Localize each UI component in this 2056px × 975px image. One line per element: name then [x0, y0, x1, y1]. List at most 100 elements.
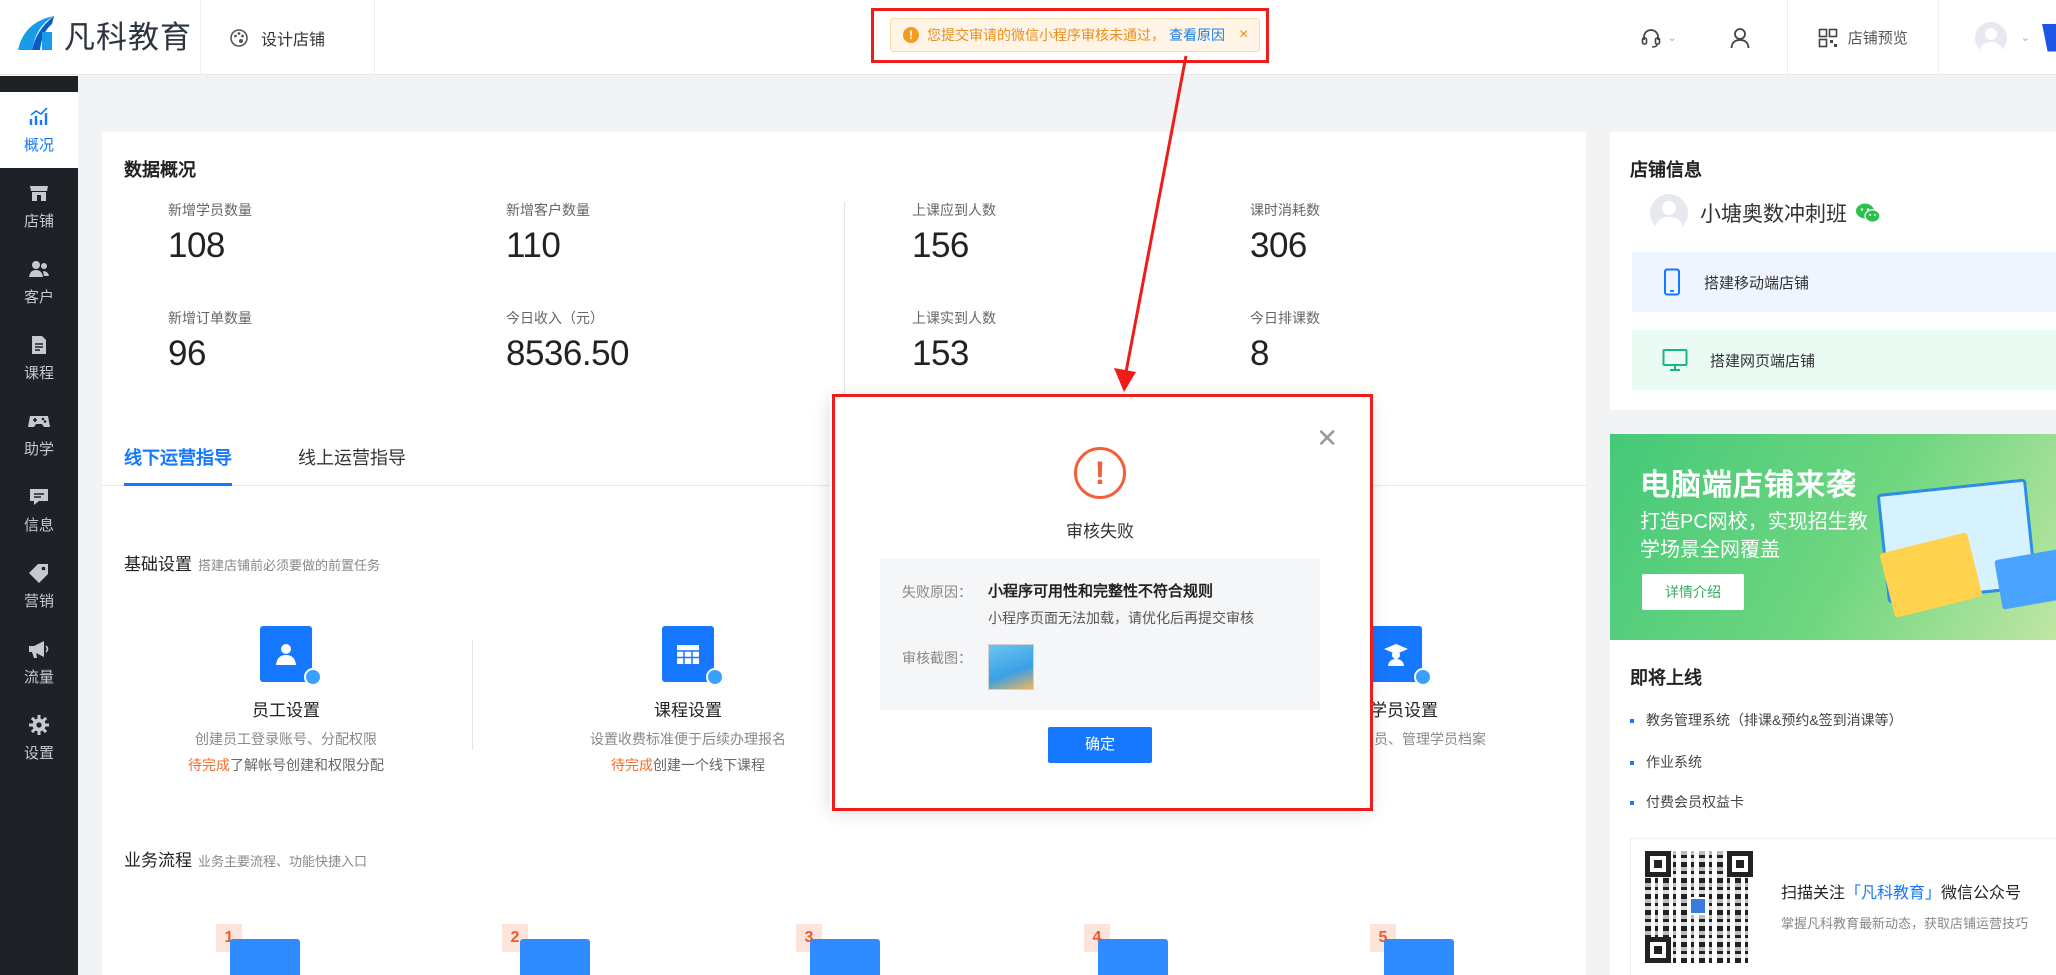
sidebar-item-study-aid[interactable]: 助学 — [0, 396, 78, 472]
coming-soon-item: 作业系统 — [1630, 752, 1702, 772]
card-status: 待完成了解帐号创建和权限分配 — [126, 755, 446, 775]
sidebar-item-label: 助学 — [23, 440, 54, 458]
user-icon — [1730, 27, 1750, 48]
sidebar-item-overview[interactable]: 概况 — [0, 92, 78, 168]
sidebar-item-label: 课程 — [23, 364, 54, 382]
overview-title: 数据概况 — [124, 160, 196, 180]
card-status-text: 创建一个线下课程 — [653, 757, 765, 773]
sidebar-item-courses[interactable]: 课程 — [0, 320, 78, 396]
sidebar-item-shop[interactable]: 店铺 — [0, 168, 78, 244]
gear-badge-icon — [1414, 668, 1432, 686]
build-web-shop-button[interactable]: 搭建网页端店铺 — [1632, 330, 2056, 390]
course-card-icon — [662, 626, 724, 686]
setup-card-course[interactable]: 课程设置 设置收费标准便于后续办理报名 待完成创建一个线下课程 — [528, 626, 848, 775]
business-flow-heading: 业务流程 业务主要流程、功能快捷入口 — [124, 846, 367, 871]
official-account-name: 「凡科教育」 — [1845, 885, 1942, 902]
stats-divider — [844, 202, 845, 402]
setup-card-staff[interactable]: 员工设置 创建员工登录账号、分配权限 待完成了解帐号创建和权限分配 — [126, 626, 446, 775]
highlight-box-notice — [871, 8, 1269, 63]
coming-soon-title: 即将上线 — [1630, 668, 1702, 688]
stat-label: 今日收入（元） — [506, 310, 604, 326]
grid-icon — [1818, 28, 1838, 47]
brand-logo-icon — [14, 12, 58, 56]
shop-avatar — [1650, 194, 1688, 232]
banner-detail-button[interactable]: 详情介绍 — [1642, 574, 1744, 610]
coming-soon-item: 付费会员权益卡 — [1630, 792, 1744, 812]
flow-step-5-icon[interactable] — [1384, 939, 1454, 975]
account-button[interactable] — [1693, 0, 1787, 75]
shop-name: 小塘奥数冲刺班 — [1700, 203, 1847, 226]
sidebar-item-messages[interactable]: 信息 — [0, 472, 78, 548]
shop-icon — [30, 185, 48, 201]
user-avatar-menu[interactable]: ⌄ — [1939, 0, 2042, 75]
basic-setup-heading: 基础设置 搭建店铺前必须要做的前置任务 — [124, 550, 380, 575]
stat-label: 今日排课数 — [1250, 310, 1320, 326]
card-title: 课程设置 — [654, 701, 722, 720]
stat-value: 8536.50 — [506, 334, 630, 373]
sidebar-item-label: 信息 — [23, 516, 54, 534]
stat-value: 156 — [912, 226, 969, 265]
sidebar-item-label: 客户 — [23, 288, 54, 306]
flow-step-4-icon[interactable] — [1098, 939, 1168, 975]
tab-online-guide[interactable]: 线上运营指导 — [298, 444, 406, 486]
sidebar-item-label: 流量 — [23, 668, 54, 686]
card-divider — [472, 640, 473, 750]
customer-service-button[interactable]: ⌄ — [1624, 0, 1693, 75]
sidebar-item-settings[interactable]: 设置 — [0, 700, 78, 776]
shop-info-title: 店铺信息 — [1630, 160, 1702, 180]
banner-subtitle: 打造PC网校，实现招生教学场景全网覆盖 — [1640, 511, 1868, 561]
coming-soon-panel: 即将上线 教务管理系统（排课&预约&签到消课等） 作业系统 付费会员权益卡 扫描… — [1610, 640, 2056, 975]
stat-expected-attendance: 上课应到人数 156 — [912, 200, 996, 266]
stat-label: 上课实到人数 — [912, 310, 996, 326]
setup-card-student[interactable]: 学员设置 学员、管理学员档案 — [1346, 626, 1586, 749]
business-flow-hint: 业务主要流程、功能快捷入口 — [198, 854, 368, 869]
banner-title: 电脑端店铺来袭 — [1640, 469, 1857, 502]
flow-step-3-icon[interactable] — [810, 939, 880, 975]
avatar — [1974, 21, 2007, 54]
palette-icon — [230, 28, 248, 47]
build-mobile-label: 搭建移动端店铺 — [1704, 274, 1810, 292]
shop-info-panel: 店铺信息 小塘奥数冲刺班 搭建移动端店铺 搭建网页端店铺 — [1610, 132, 2056, 410]
sidebar: 概况 店铺 客户 课程 助学 信息 营销 流量 设置 — [0, 76, 78, 975]
shop-preview-button[interactable]: 店铺预览 — [1786, 0, 1939, 75]
chevron-down-icon: ⌄ — [2020, 32, 2030, 44]
sidebar-item-customers[interactable]: 客户 — [0, 244, 78, 320]
flow-step-2-icon[interactable] — [520, 939, 590, 975]
stat-value: 110 — [506, 226, 561, 265]
sidebar-item-marketing[interactable]: 营销 — [0, 548, 78, 624]
tab-offline-guide[interactable]: 线下运营指导 — [124, 444, 232, 486]
sidebar-item-label: 店铺 — [23, 212, 54, 230]
stat-label: 课时消耗数 — [1250, 202, 1320, 218]
stat-value: 153 — [912, 334, 969, 373]
shop-preview-label: 店铺预览 — [1847, 30, 1908, 47]
stat-today-schedule: 今日排课数 8 — [1250, 308, 1320, 374]
stat-value: 96 — [168, 334, 206, 373]
monitor-icon — [1662, 349, 1688, 371]
coming-soon-item: 教务管理系统（排课&预约&签到消课等） — [1630, 710, 1903, 730]
basic-setup-title: 基础设置 — [124, 555, 192, 574]
sidebar-item-traffic[interactable]: 流量 — [0, 624, 78, 700]
build-web-label: 搭建网页端店铺 — [1710, 352, 1816, 370]
chart-icon — [29, 106, 48, 125]
megaphone-icon — [29, 640, 49, 658]
shop-identity: 小塘奥数冲刺班 — [1650, 194, 1881, 232]
qr-subcaption: 掌握凡科教育最新动态，获取店铺运营技巧 — [1781, 916, 2029, 931]
brand-logo[interactable]: 凡科教育 — [14, 12, 192, 56]
flow-step-1-icon[interactable] — [230, 939, 300, 975]
headset-icon — [1641, 28, 1660, 48]
design-shop-button[interactable]: 设计店铺 — [200, 0, 375, 75]
build-mobile-shop-button[interactable]: 搭建移动端店铺 — [1632, 252, 2056, 312]
message-icon — [30, 488, 48, 505]
stat-value: 108 — [168, 226, 225, 265]
stat-new-customers: 新增客户数量 110 — [506, 200, 590, 266]
pc-shop-banner[interactable]: 电脑端店铺来袭 打造PC网校，实现招生教学场景全网覆盖 详情介绍 — [1610, 434, 2056, 640]
stat-label: 新增学员数量 — [168, 202, 252, 218]
sidebar-item-label: 设置 — [23, 744, 54, 762]
header-actions: ⌄ 店铺预览 ⌄ — [1624, 0, 2056, 75]
basic-setup-hint: 搭建店铺前必须要做的前置任务 — [198, 558, 381, 573]
mobile-icon — [1664, 268, 1680, 296]
stat-new-students: 新增学员数量 108 — [168, 200, 252, 266]
gear-badge-icon — [304, 668, 322, 686]
sidebar-item-label: 营销 — [23, 592, 54, 610]
stat-value: 306 — [1250, 226, 1307, 265]
